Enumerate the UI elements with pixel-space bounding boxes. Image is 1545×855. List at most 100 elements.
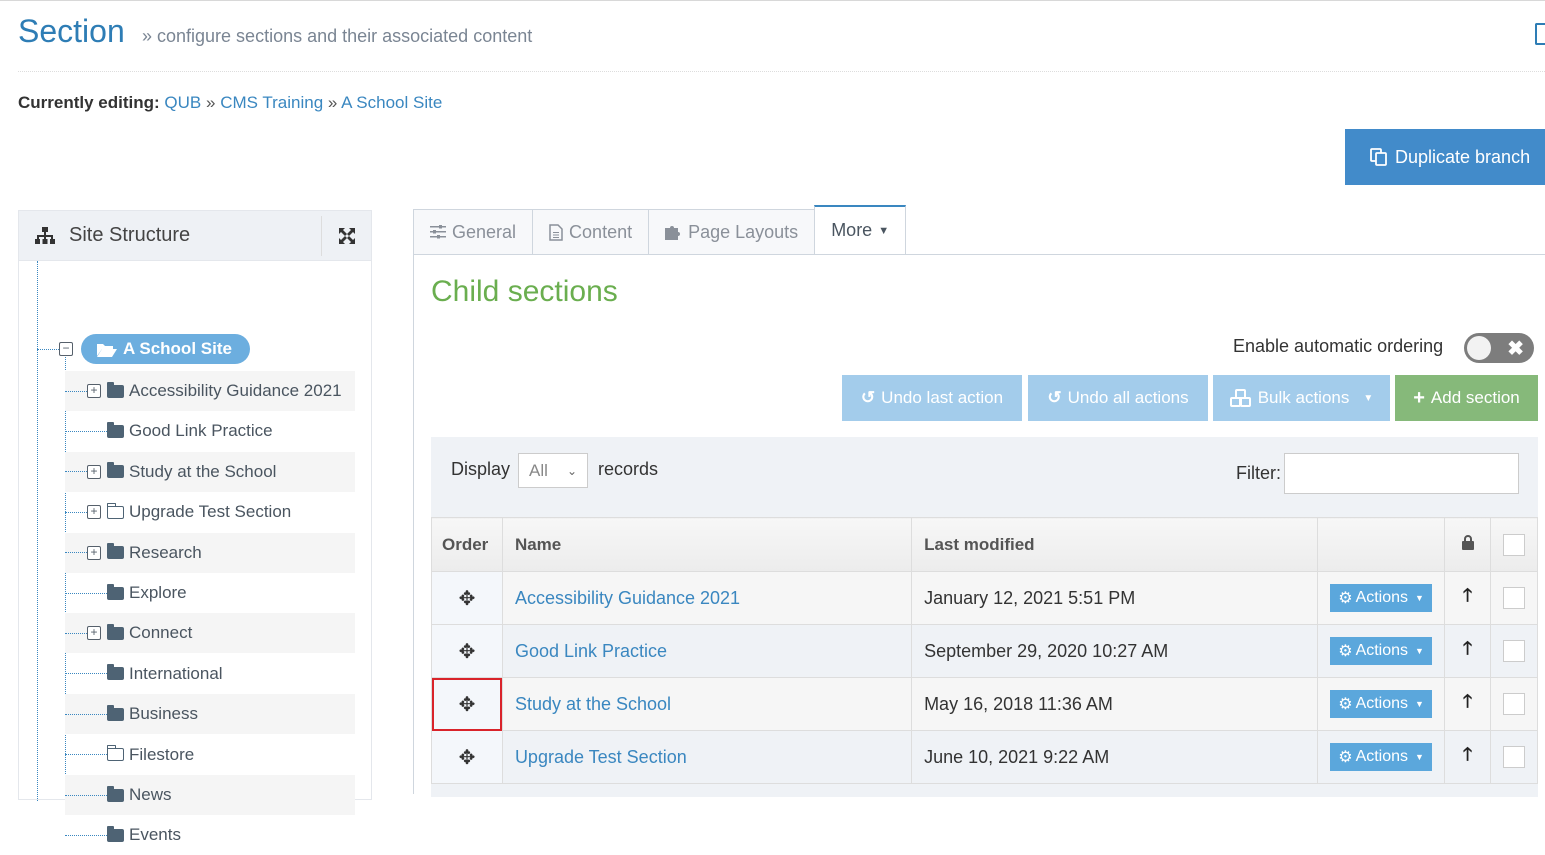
tree-item[interactable]: Business	[65, 694, 355, 735]
column-lock	[1444, 517, 1491, 572]
move-up-icon[interactable]: 🡑	[1444, 571, 1491, 625]
site-structure-header: Site Structure	[19, 211, 371, 261]
gear-icon: ⚙	[1338, 696, 1353, 713]
row-checkbox[interactable]	[1502, 693, 1525, 715]
name-cell: Accessibility Guidance 2021	[501, 571, 913, 625]
select-cell	[1489, 624, 1539, 678]
actions-cell: ⚙ Actions ▼	[1317, 677, 1446, 731]
section-link[interactable]: Accessibility Guidance 2021	[515, 588, 740, 608]
tree-item[interactable]: Good Link Practice	[65, 411, 355, 451]
tab-bar: General Content Page Layouts More ▼	[413, 205, 907, 255]
filter-input[interactable]	[1284, 453, 1519, 494]
row-checkbox[interactable]	[1502, 640, 1525, 662]
tree-root-pill[interactable]: A School Site	[81, 334, 250, 364]
move-up-icon[interactable]: 🡑	[1444, 677, 1491, 731]
expand-plus-icon[interactable]: +	[87, 505, 101, 520]
move-icon[interactable]: ✥	[459, 641, 476, 663]
add-section-button[interactable]: + Add section	[1395, 375, 1538, 421]
folder-open-icon	[97, 343, 117, 357]
order-cell[interactable]: ✥	[431, 571, 503, 625]
column-name[interactable]: Name	[501, 517, 913, 572]
actions-button[interactable]: ⚙ Actions ▼	[1330, 690, 1432, 718]
select-all-checkbox[interactable]	[1502, 533, 1525, 556]
breadcrumb: Currently editing: QUB » CMS Training » …	[18, 93, 442, 113]
column-actions	[1317, 517, 1446, 572]
order-cell[interactable]: ✥	[431, 677, 503, 731]
actions-button[interactable]: ⚙ Actions ▼	[1330, 637, 1432, 665]
breadcrumb-qub[interactable]: QUB	[164, 93, 201, 112]
tree-root[interactable]: − A School Site	[37, 334, 250, 364]
row-checkbox[interactable]	[1502, 587, 1525, 609]
breadcrumb-cms-training[interactable]: CMS Training	[220, 93, 323, 112]
caret-down-icon: ▼	[878, 224, 890, 237]
display-records-select[interactable]: All ⌄	[518, 453, 588, 488]
folder-icon	[106, 502, 124, 519]
section-link[interactable]: Study at the School	[515, 694, 671, 714]
sitemap-icon	[35, 226, 55, 244]
tree-item-label: Events	[129, 825, 181, 845]
last-modified-cell: May 16, 2018 11:36 AM	[911, 677, 1319, 731]
select-cell	[1489, 677, 1539, 731]
lock-icon	[1461, 534, 1474, 550]
tree-item[interactable]: + Upgrade Test Section	[65, 492, 355, 532]
display-label: Display	[451, 459, 511, 479]
tab-more[interactable]: More ▼	[814, 205, 907, 255]
tree-item[interactable]: News	[65, 775, 355, 815]
tree-item[interactable]: + Accessibility Guidance 2021	[65, 371, 355, 411]
auto-ordering-toggle[interactable]: ✖	[1464, 333, 1534, 363]
bulk-actions-button[interactable]: Bulk actions ▼	[1213, 375, 1390, 421]
expand-plus-icon[interactable]: +	[87, 464, 101, 479]
folder-icon	[107, 381, 124, 398]
document-icon	[549, 223, 563, 241]
move-up-icon[interactable]: 🡑	[1444, 730, 1491, 784]
tree-item-label: Upgrade Test Section	[129, 502, 292, 522]
actions-button[interactable]: ⚙ Actions ▼	[1330, 584, 1432, 612]
tree-item-label: International	[129, 663, 223, 683]
undo-last-action-button[interactable]: ↺ Undo last action	[842, 375, 1022, 421]
move-up-icon[interactable]: 🡑	[1444, 624, 1491, 678]
folder-icon	[107, 462, 124, 479]
expand-plus-icon[interactable]: +	[87, 545, 101, 560]
order-cell[interactable]: ✥	[431, 730, 503, 784]
undo-all-label: Undo all actions	[1067, 388, 1189, 407]
tab-content[interactable]: Content	[532, 209, 649, 255]
caret-down-icon: ▼	[1363, 392, 1374, 404]
last-modified-cell: June 10, 2021 9:22 AM	[911, 730, 1319, 784]
folder-icon	[107, 623, 124, 640]
expand-plus-icon[interactable]: +	[87, 626, 101, 641]
panel-border	[413, 254, 414, 794]
tree-item[interactable]: International	[65, 654, 355, 694]
tree-item[interactable]: Explore	[65, 573, 355, 613]
expand-plus-icon[interactable]: +	[87, 384, 101, 398]
bookmark-icon[interactable]	[1535, 23, 1545, 45]
gear-icon: ⚙	[1338, 643, 1353, 660]
expand-icon[interactable]	[321, 215, 371, 256]
tree-item[interactable]: Filestore	[65, 735, 355, 775]
move-icon[interactable]: ✥	[459, 694, 476, 716]
tree-item[interactable]: + Study at the School	[65, 451, 355, 492]
undo-icon: ↺	[860, 388, 876, 407]
close-icon: ✖	[1507, 338, 1524, 360]
column-order[interactable]: Order	[431, 517, 503, 572]
collapse-icon[interactable]: −	[59, 342, 73, 356]
undo-all-actions-button[interactable]: ↺ Undo all actions	[1028, 375, 1208, 421]
column-last-modified[interactable]: Last modified	[911, 517, 1319, 572]
section-link[interactable]: Upgrade Test Section	[515, 747, 687, 767]
tab-page-layouts[interactable]: Page Layouts	[648, 209, 815, 255]
duplicate-branch-button[interactable]: Duplicate branch	[1345, 129, 1545, 185]
site-structure-title: Site Structure	[69, 224, 191, 246]
move-icon[interactable]: ✥	[459, 588, 476, 610]
tree-item[interactable]: + Connect	[65, 613, 355, 654]
tree-item[interactable]: + Research	[65, 532, 355, 573]
tab-general[interactable]: General	[413, 209, 533, 255]
order-cell[interactable]: ✥	[431, 624, 503, 678]
actions-button[interactable]: ⚙ Actions ▼	[1330, 743, 1432, 771]
breadcrumb-school-site[interactable]: A School Site	[341, 93, 442, 112]
folder-icon	[107, 664, 124, 681]
tab-content-label: Content	[569, 221, 633, 242]
row-checkbox[interactable]	[1502, 746, 1525, 768]
tree-item[interactable]: Events	[65, 815, 355, 855]
section-link[interactable]: Good Link Practice	[515, 641, 667, 661]
folder-icon	[107, 543, 124, 560]
move-icon[interactable]: ✥	[459, 747, 476, 769]
